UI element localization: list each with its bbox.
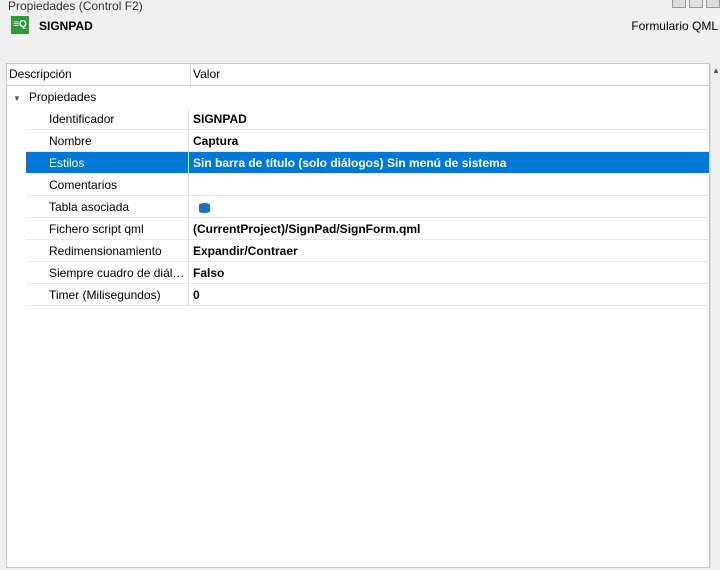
property-name: Identificador <box>26 108 189 129</box>
table-row[interactable]: Redimensionamiento Expandir/Contraer <box>26 240 709 262</box>
qml-form-icon: ≡Q <box>11 16 29 34</box>
column-header-value[interactable]: Valor <box>191 64 220 85</box>
property-name: Tabla asociada <box>26 196 189 217</box>
form-name: SIGNPAD <box>39 19 93 33</box>
table-row[interactable]: Siempre cuadro de diálogo Falso <box>26 262 709 284</box>
property-name: Redimensionamiento <box>26 240 189 261</box>
pin-icon[interactable] <box>672 0 686 8</box>
group-label: Propiedades <box>28 90 97 104</box>
table-row[interactable]: Nombre Captura <box>26 130 709 152</box>
table-row[interactable]: Tabla asociada <box>26 196 709 218</box>
property-value[interactable]: Falso <box>189 262 224 283</box>
vertical-scrollbar[interactable]: ▲ <box>710 63 720 568</box>
property-name: Nombre <box>26 130 189 151</box>
form-type: Formulario QML <box>631 19 718 33</box>
expand-triangle-icon[interactable]: ▼ <box>13 94 21 103</box>
property-value[interactable]: Captura <box>189 130 238 151</box>
database-icon[interactable] <box>199 201 210 214</box>
table-row[interactable]: Estilos Sin barra de título (solo diálogo… <box>26 152 709 174</box>
property-value[interactable]: SIGNPAD <box>189 108 247 129</box>
table-header: Descripción Valor <box>7 64 709 86</box>
property-value[interactable] <box>189 174 193 195</box>
table-row[interactable]: Identificador SIGNPAD <box>26 108 709 130</box>
property-name: Estilos <box>26 152 189 173</box>
property-value[interactable]: (CurrentProject)/SignPad/SignForm.qml <box>189 218 420 239</box>
column-header-description[interactable]: Descripción <box>7 64 191 85</box>
table-row[interactable]: Fichero script qml (CurrentProject)/SignP… <box>26 218 709 240</box>
property-name: Comentarios <box>26 174 189 195</box>
close-icon[interactable] <box>706 0 720 8</box>
property-name: Fichero script qml <box>26 218 189 239</box>
property-value[interactable]: Expandir/Contraer <box>189 240 298 261</box>
table-row[interactable]: Comentarios <box>26 174 709 196</box>
property-table: Descripción Valor ▼ Propiedades Identific… <box>6 63 710 568</box>
property-name: Siempre cuadro de diálogo <box>26 262 189 283</box>
property-name: Timer (Milisegundos) <box>26 284 189 305</box>
panel-controls <box>672 0 720 8</box>
property-value[interactable]: Sin barra de título (solo diálogos) Sin … <box>189 152 506 173</box>
float-icon[interactable] <box>689 0 703 8</box>
panel-title: Propiedades (Control F2) <box>8 0 143 13</box>
property-value[interactable]: 0 <box>189 284 200 305</box>
table-row[interactable]: Timer (Milisegundos) 0 <box>26 284 709 306</box>
scroll-up-icon[interactable]: ▲ <box>711 66 720 75</box>
group-propiedades[interactable]: ▼ Propiedades <box>7 86 709 108</box>
